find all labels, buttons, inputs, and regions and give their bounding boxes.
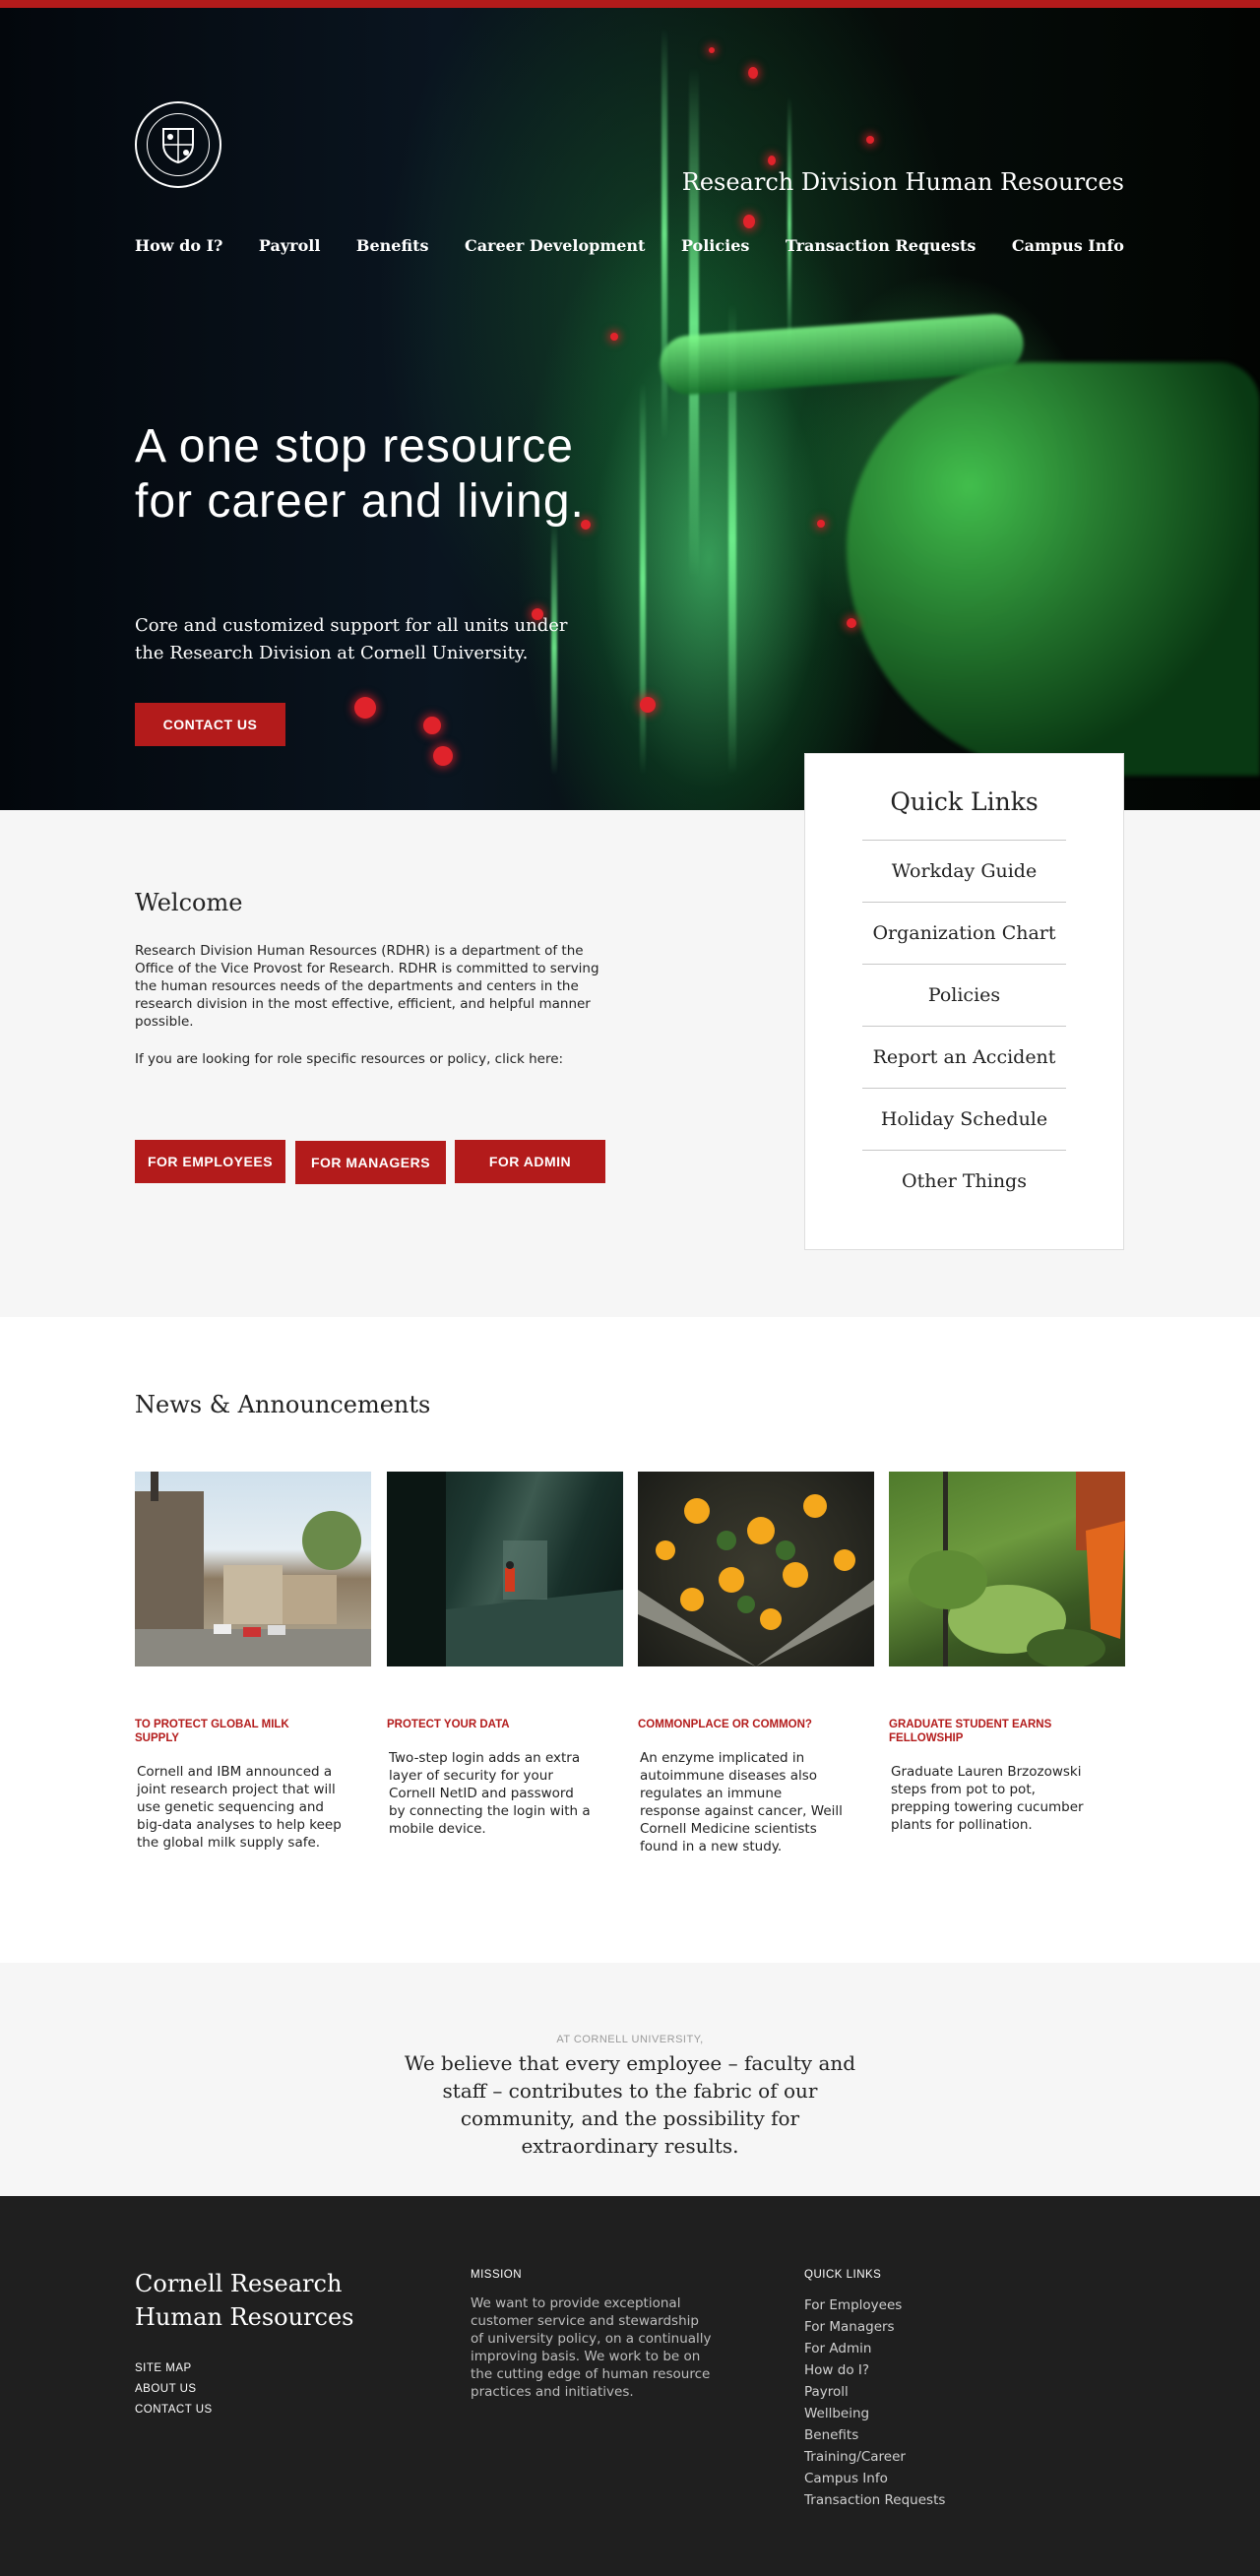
red-light-dot <box>866 136 874 144</box>
footer-quick-links: For Employees For Managers For Admin How… <box>804 2294 945 2511</box>
footer-link-site-map[interactable]: SITE MAP <box>135 2358 213 2379</box>
hero-section: Research Division Human Resources How do… <box>0 8 1260 810</box>
news-tag[interactable]: GRADUATE STUDENT EARNS FELLOWSHIP <box>889 1718 1066 1745</box>
footer-quick-links-heading: QUICK LINKS <box>804 2269 882 2281</box>
hero-headline: A one stop resource for career and livin… <box>135 420 585 528</box>
nav-policies[interactable]: Policies <box>681 236 749 255</box>
quick-link-holiday-schedule[interactable]: Holiday Schedule <box>862 1088 1066 1150</box>
red-light-dot <box>847 618 856 628</box>
contact-us-button[interactable]: CONTACT US <box>135 703 285 746</box>
welcome-paragraph: Research Division Human Resources (RDHR)… <box>135 943 599 1030</box>
welcome-title: Welcome <box>135 889 243 916</box>
news-title: News & Announcements <box>135 1391 431 1418</box>
news-image-town[interactable] <box>135 1472 371 1666</box>
red-light-dot <box>640 697 656 713</box>
nav-campus-info[interactable]: Campus Info <box>1012 236 1124 255</box>
mission-heading: MISSION <box>471 2269 523 2281</box>
nav-how-do-i[interactable]: How do I? <box>135 236 222 255</box>
for-employees-button[interactable]: FOR EMPLOYEES <box>135 1140 285 1183</box>
quick-link-other-things[interactable]: Other Things <box>862 1150 1066 1212</box>
news-card[interactable]: GRADUATE STUDENT EARNS FELLOWSHIP Gradua… <box>889 1472 1125 1834</box>
footer-quick-link[interactable]: Payroll <box>804 2381 945 2403</box>
footer-quick-link[interactable]: Training/Career <box>804 2446 945 2468</box>
hand-image <box>847 362 1260 776</box>
news-image-marigolds[interactable] <box>638 1472 874 1666</box>
quote-section: AT CORNELL UNIVERSITY, We believe that e… <box>0 1963 1260 2196</box>
news-image-corridor[interactable] <box>387 1472 623 1666</box>
hero-subtitle: Core and customized support for all unit… <box>135 615 568 663</box>
footer-quick-link[interactable]: Transaction Requests <box>804 2489 945 2511</box>
footer-links: SITE MAP ABOUT US CONTACT US <box>135 2358 213 2420</box>
footer-quick-link[interactable]: Wellbeing <box>804 2403 945 2424</box>
light-strand <box>788 96 791 352</box>
red-light-dot <box>354 697 376 719</box>
news-card[interactable]: PROTECT YOUR DATA Two-step login adds an… <box>387 1472 623 1838</box>
news-section: News & Announcements TO PROTECT GLOBAL M… <box>0 1317 1260 1963</box>
light-strand <box>689 67 699 579</box>
red-light-dot <box>709 47 715 53</box>
quick-link-report-accident[interactable]: Report an Accident <box>862 1026 1066 1088</box>
footer-quick-link[interactable]: For Managers <box>804 2316 945 2338</box>
footer-quick-link[interactable]: For Employees <box>804 2294 945 2316</box>
top-accent-bar <box>0 0 1260 8</box>
light-strand <box>640 382 646 776</box>
news-description: Graduate Lauren Brzozowski steps from po… <box>891 1764 1084 1833</box>
footer-quick-link[interactable]: Benefits <box>804 2424 945 2446</box>
red-light-dot <box>748 67 758 79</box>
quick-link-workday-guide[interactable]: Workday Guide <box>862 840 1066 902</box>
red-light-dot <box>768 156 776 165</box>
quote-text: We believe that every employee – faculty… <box>404 2051 856 2158</box>
red-light-dot <box>743 215 755 228</box>
footer-brand: Cornell Research Human Resources <box>135 2270 354 2331</box>
for-admin-button[interactable]: FOR ADMIN <box>455 1140 605 1183</box>
for-managers-button[interactable]: FOR MANAGERS <box>295 1141 446 1184</box>
nav-career-development[interactable]: Career Development <box>465 236 646 255</box>
footer-quick-link[interactable]: Campus Info <box>804 2468 945 2489</box>
quick-link-organization-chart[interactable]: Organization Chart <box>862 902 1066 964</box>
red-light-dot <box>433 746 453 766</box>
news-tag[interactable]: PROTECT YOUR DATA <box>387 1718 564 1731</box>
red-light-dot <box>610 333 618 341</box>
nav-benefits[interactable]: Benefits <box>356 236 429 255</box>
footer-link-about-us[interactable]: ABOUT US <box>135 2379 213 2400</box>
footer-quick-link[interactable]: For Admin <box>804 2338 945 2359</box>
site-footer: Cornell Research Human Resources SITE MA… <box>0 2196 1260 2576</box>
cornell-seal-logo[interactable] <box>135 101 221 188</box>
news-card[interactable]: TO PROTECT GLOBAL MILK SUPPLY Cornell an… <box>135 1472 371 1852</box>
site-title[interactable]: Research Division Human Resources <box>682 168 1124 196</box>
welcome-prompt: If you are looking for role specific res… <box>135 1051 564 1067</box>
seal-icon <box>147 113 210 176</box>
quick-links-title: Quick Links <box>890 787 1039 816</box>
news-tag[interactable]: TO PROTECT GLOBAL MILK SUPPLY <box>135 1718 312 1745</box>
news-description: Cornell and IBM announced a joint resear… <box>137 1764 342 1851</box>
nav-transaction-requests[interactable]: Transaction Requests <box>786 236 976 255</box>
news-image-garden[interactable] <box>889 1472 1125 1666</box>
main-nav: How do I? Payroll Benefits Career Develo… <box>135 236 1124 255</box>
quick-link-policies[interactable]: Policies <box>862 964 1066 1026</box>
mission-text: We want to provide exceptional customer … <box>471 2295 712 2400</box>
quote-eyebrow: AT CORNELL UNIVERSITY, <box>556 2034 704 2045</box>
quick-links-panel: Quick Links Workday Guide Organization C… <box>804 753 1124 1250</box>
news-tag[interactable]: COMMONPLACE OR COMMON? <box>638 1718 815 1731</box>
news-description: An enzyme implicated in autoimmune disea… <box>640 1750 843 1854</box>
red-light-dot <box>423 717 441 734</box>
footer-link-contact-us[interactable]: CONTACT US <box>135 2400 213 2420</box>
news-card[interactable]: COMMONPLACE OR COMMON? An enzyme implica… <box>638 1472 874 1855</box>
nav-payroll[interactable]: Payroll <box>259 236 321 255</box>
red-light-dot <box>817 520 825 528</box>
news-description: Two-step login adds an extra layer of se… <box>389 1750 591 1837</box>
footer-quick-link[interactable]: How do I? <box>804 2359 945 2381</box>
